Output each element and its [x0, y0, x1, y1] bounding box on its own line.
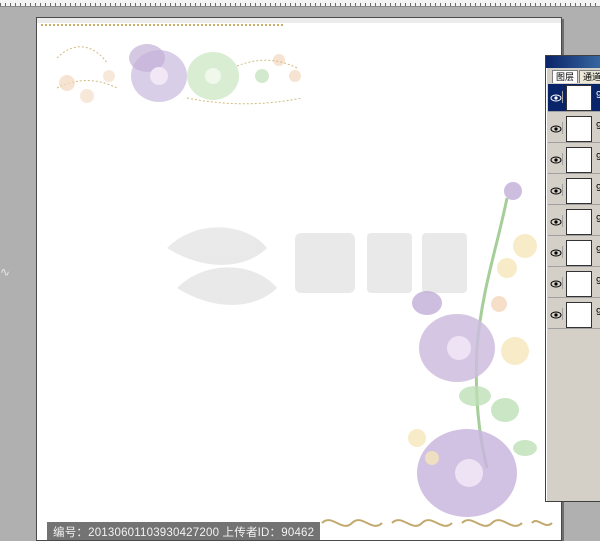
layer-name: 9 — [596, 214, 600, 225]
top-floral-cluster — [56, 44, 303, 105]
layer-name: 9 — [596, 276, 600, 287]
layer-thumbnail — [566, 302, 592, 328]
eye-icon[interactable] — [550, 153, 563, 165]
document-canvas[interactable]: 编号：20130601103930427200 上传者ID：90462 — [36, 17, 562, 541]
eye-icon[interactable] — [550, 277, 563, 289]
eye-icon[interactable] — [550, 246, 563, 258]
layer-row[interactable]: 9 — [548, 115, 600, 143]
top-ruler — [0, 0, 600, 7]
panel-tabs: 图层 通道 — [548, 70, 600, 84]
layer-name: 9 — [596, 245, 600, 256]
layer-name: 9 — [596, 183, 600, 194]
layer-thumbnail — [566, 271, 592, 297]
layer-name: 9 — [596, 90, 600, 101]
layer-thumbnail — [566, 85, 592, 111]
layer-row[interactable]: 9 — [548, 208, 600, 236]
layer-name: 9 — [596, 121, 600, 132]
layer-thumbnail — [566, 178, 592, 204]
right-floral-cluster — [408, 182, 537, 517]
layer-row[interactable]: 9 — [548, 301, 600, 329]
layer-row[interactable]: 9 — [548, 146, 600, 174]
eye-icon[interactable] — [550, 184, 563, 196]
watermark-caption: 编号：20130601103930427200 上传者ID：90462 — [47, 522, 321, 540]
layers-panel: 图层 通道 9 9 9 9 9 9 9 9 — [545, 55, 600, 502]
eye-icon[interactable] — [550, 215, 563, 227]
canvas-area: 编号：20130601103930427200 上传者ID：90462 — [0, 7, 600, 541]
layer-thumbnail — [566, 116, 592, 142]
layer-thumbnail — [566, 147, 592, 173]
layer-row[interactable]: 9 — [548, 177, 600, 205]
floral-artwork — [41, 24, 553, 527]
layer-list: 9 9 9 9 9 9 9 9 — [548, 84, 600, 332]
eye-icon[interactable] — [550, 91, 563, 103]
tab-channels[interactable]: 通道 — [579, 70, 600, 83]
eye-icon[interactable] — [550, 122, 563, 134]
layer-thumbnail — [566, 209, 592, 235]
layer-name: 9 — [596, 307, 600, 318]
layer-name: 9 — [596, 152, 600, 163]
bottom-gold-scroll — [321, 519, 553, 527]
panel-titlebar[interactable] — [546, 56, 600, 68]
left-edge-watermark-fragment: ∿ — [0, 265, 11, 279]
tab-layers[interactable]: 图层 — [552, 70, 579, 83]
layer-row[interactable]: 9 — [548, 270, 600, 298]
eye-icon[interactable] — [550, 308, 563, 320]
layer-row[interactable]: 9 — [548, 239, 600, 267]
layer-thumbnail — [566, 240, 592, 266]
layer-row[interactable]: 9 — [548, 84, 600, 112]
